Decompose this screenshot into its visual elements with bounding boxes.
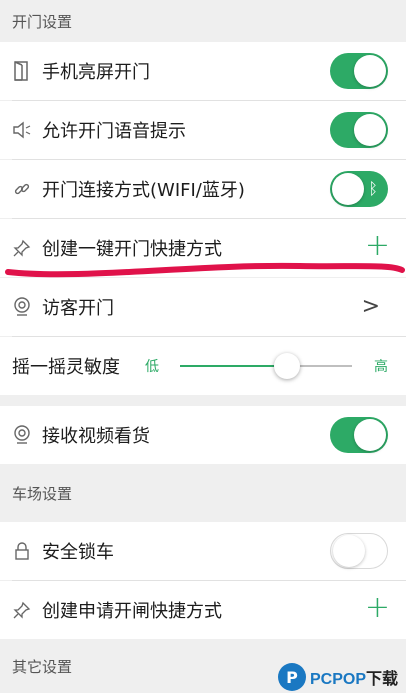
section-title: 其它设置 bbox=[12, 657, 73, 676]
camera-icon bbox=[12, 425, 32, 445]
link-icon bbox=[12, 179, 32, 199]
toggle-knob bbox=[332, 173, 364, 205]
row-label: 创建申请开闸快捷方式 bbox=[42, 601, 222, 622]
sensitivity-slider-track[interactable] bbox=[180, 353, 352, 379]
pin-icon bbox=[12, 238, 32, 258]
row-label: 访客开门 bbox=[42, 298, 114, 319]
row-label: 开门连接方式(WIFI/蓝牙) bbox=[42, 180, 245, 201]
row-screen-on-open[interactable]: 手机亮屏开门 bbox=[0, 42, 406, 100]
door-icon bbox=[12, 61, 32, 81]
row-label: 允许开门语音提示 bbox=[42, 121, 186, 142]
toggle-knob bbox=[354, 55, 386, 87]
toggle-knob bbox=[333, 535, 365, 567]
row-visitor-open[interactable]: 访客开门 > bbox=[0, 278, 406, 336]
section-title: 开门设置 bbox=[12, 12, 73, 31]
row-label: 手机亮屏开门 bbox=[42, 62, 150, 83]
row-one-key-shortcut[interactable]: 创建一键开门快捷方式 + bbox=[0, 219, 406, 277]
video-receive-toggle[interactable] bbox=[330, 417, 388, 453]
row-label: 摇一摇灵敏度 bbox=[12, 357, 120, 378]
safe-lock-toggle[interactable] bbox=[330, 533, 388, 569]
bluetooth-icon: ᛒ bbox=[368, 179, 378, 198]
slider-fill bbox=[180, 365, 287, 367]
watermark-text: PCPOP下载 bbox=[310, 671, 399, 688]
screen-on-open-toggle[interactable] bbox=[330, 53, 388, 89]
row-connection-mode[interactable]: 开门连接方式(WIFI/蓝牙) ᛒ bbox=[0, 160, 406, 218]
add-gate-shortcut-button[interactable]: + bbox=[365, 593, 390, 623]
section-header-door: 开门设置 bbox=[0, 0, 406, 42]
slider-high-label: 高 bbox=[374, 359, 388, 375]
row-voice-prompt[interactable]: 允许开门语音提示 bbox=[0, 101, 406, 159]
connection-mode-toggle[interactable]: ᛒ bbox=[330, 171, 388, 207]
voice-prompt-toggle[interactable] bbox=[330, 112, 388, 148]
row-label: 接收视频看货 bbox=[42, 426, 150, 447]
section-title: 车场设置 bbox=[12, 484, 73, 503]
row-label: 安全锁车 bbox=[42, 542, 114, 563]
slider-low-label: 低 bbox=[145, 359, 159, 375]
add-shortcut-button[interactable]: + bbox=[365, 231, 390, 261]
camera-icon bbox=[12, 297, 32, 317]
toggle-knob bbox=[354, 419, 386, 451]
chevron-right-icon[interactable]: > bbox=[362, 294, 380, 319]
speaker-icon bbox=[12, 120, 32, 140]
pin-icon bbox=[12, 600, 32, 620]
row-video-receive[interactable]: 接收视频看货 bbox=[0, 406, 406, 464]
row-gate-shortcut[interactable]: 创建申请开闸快捷方式 + bbox=[0, 581, 406, 639]
lock-icon bbox=[12, 541, 32, 561]
section-header-parking: 车场设置 bbox=[0, 464, 406, 522]
row-shake-sensitivity: 摇一摇灵敏度 低 高 bbox=[0, 337, 406, 395]
row-safe-lock[interactable]: 安全锁车 bbox=[0, 522, 406, 580]
toggle-knob bbox=[354, 114, 386, 146]
pcpop-watermark: P PCPOP下载 bbox=[278, 661, 406, 693]
pcpop-logo-icon: P bbox=[278, 663, 306, 691]
sensitivity-slider-thumb[interactable] bbox=[273, 353, 300, 379]
row-label: 创建一键开门快捷方式 bbox=[42, 239, 222, 260]
